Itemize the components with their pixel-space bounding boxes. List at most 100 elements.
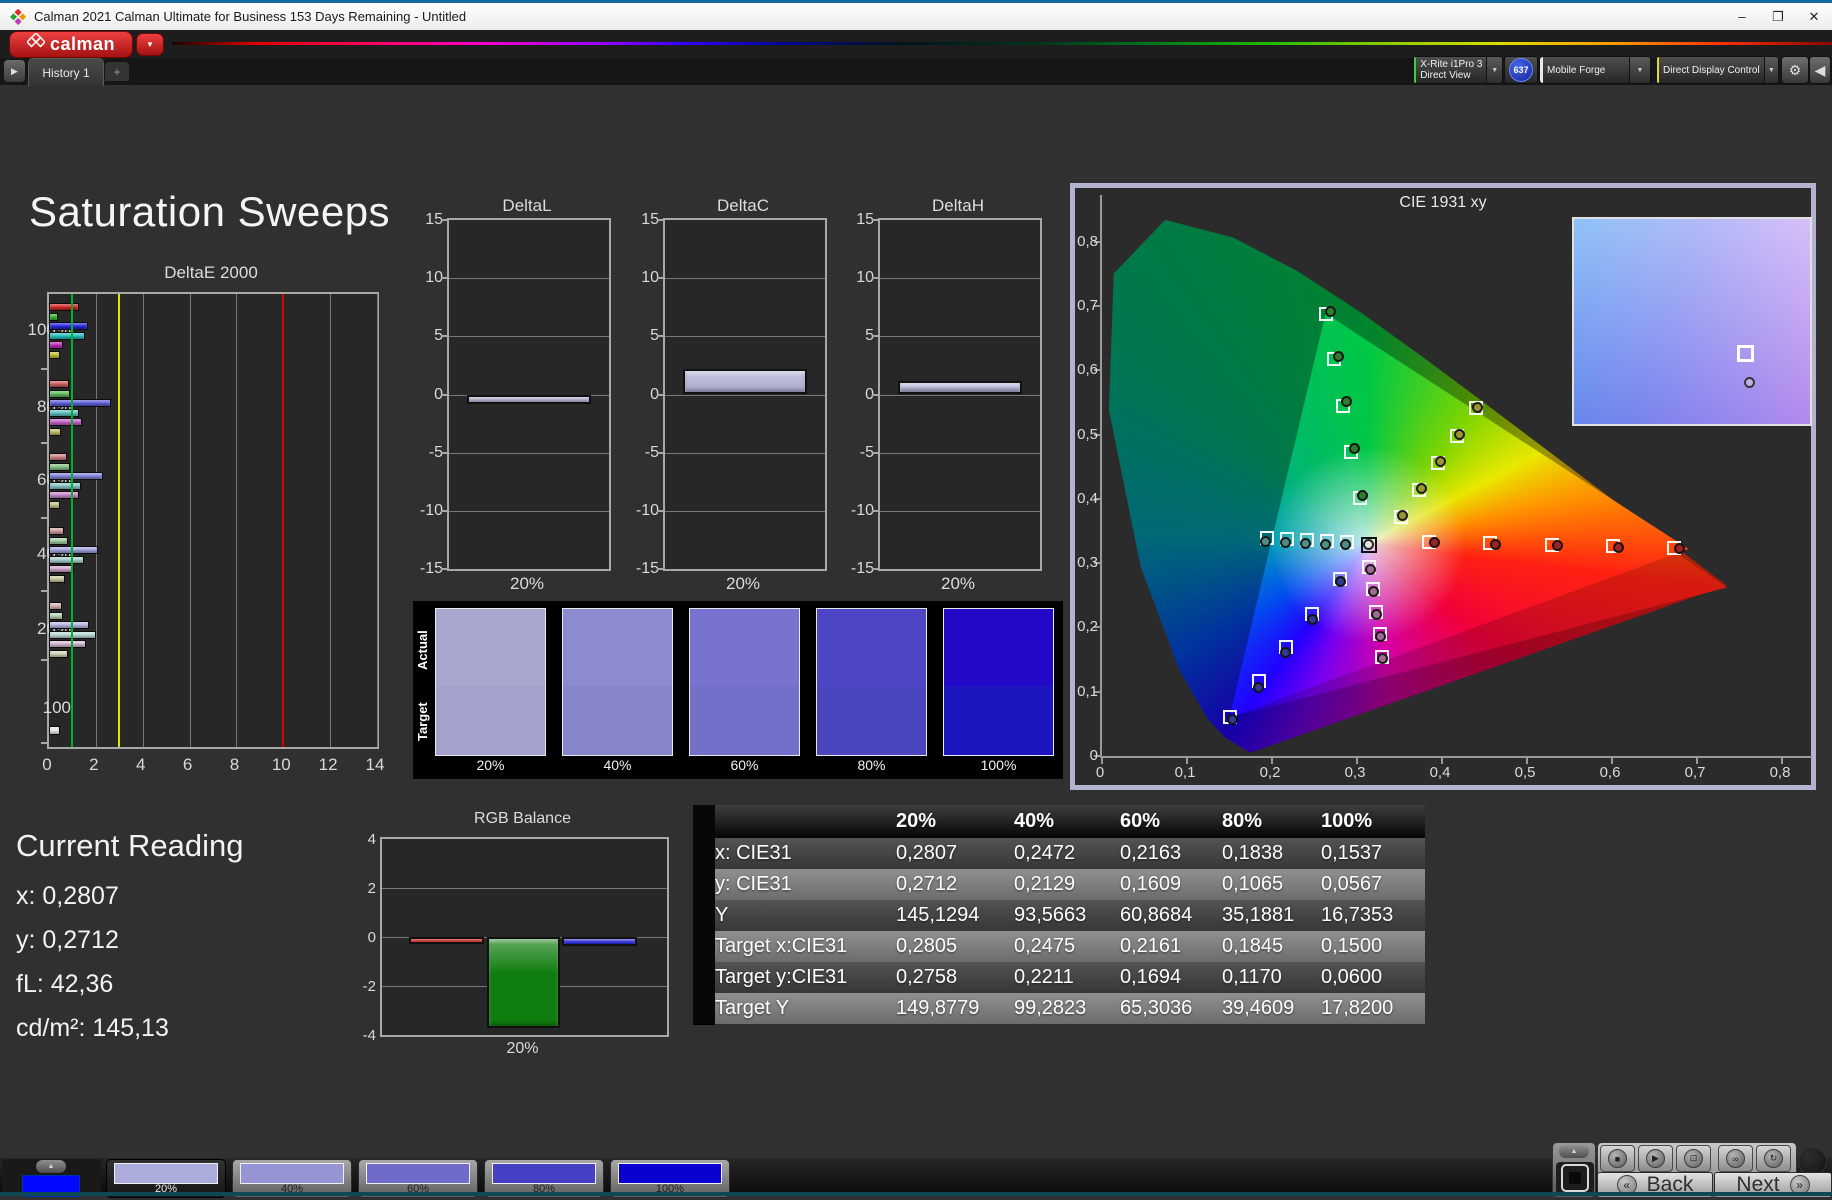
gridline — [382, 888, 667, 889]
cie1931-panel: CIE 1931 xy 0 0,1 0,2 0,3 0,4 0,5 0,6 0,7 0,8 0 0,… — [1070, 183, 1816, 790]
bar — [49, 481, 81, 490]
table-cell: 0,1609 — [1120, 873, 1182, 895]
maximize-button[interactable]: ❐ — [1760, 5, 1796, 29]
gridline — [449, 452, 609, 454]
tab-history-1[interactable]: History 1 — [28, 58, 104, 86]
continuous-button[interactable]: ∞ — [1718, 1145, 1753, 1172]
refresh-button[interactable]: ↻ — [1756, 1145, 1791, 1172]
meter-count-box: 637 — [1504, 56, 1538, 84]
target-row-label: Target — [415, 702, 430, 742]
add-tab-button[interactable]: + — [105, 62, 129, 81]
spot-meter-button[interactable]: ⊡ — [1676, 1145, 1711, 1172]
meter-dropdown[interactable]: X-Rite i1Pro 3 Direct View ▼ — [1413, 56, 1503, 84]
bar — [49, 574, 66, 583]
table-row: y: CIE31 0,2712 0,2129 0,1609 0,1065 0,0567 — [693, 868, 1425, 901]
table-cell: 99,2823 — [1014, 997, 1087, 1019]
inset-target-marker — [1737, 345, 1754, 362]
calman-window: Calman 2021 Calman Ultimate for Business… — [0, 0, 1832, 1200]
axis-tick-label: 8 — [229, 755, 240, 774]
swatch-column-label: 20% — [476, 757, 505, 773]
bar — [49, 611, 64, 620]
bar — [49, 462, 71, 471]
pattern-swatch-color — [492, 1163, 596, 1184]
calman-menu-dropdown[interactable]: ▼ — [136, 33, 164, 56]
axis-tick-label: 0,8 — [1769, 764, 1791, 781]
axis-tick-label: -5 — [859, 443, 874, 461]
table-cell: 60,8684 — [1120, 904, 1193, 926]
rgb-balance-chart: RGB Balance 4 2 0 -2 -4 20% — [355, 810, 685, 1080]
bar — [49, 427, 61, 436]
axis-tick-label: -2 — [362, 978, 376, 995]
tab-scroll-button[interactable]: ▶ — [4, 60, 25, 82]
pattern-swatch-color — [618, 1163, 722, 1184]
reference-line — [282, 294, 285, 747]
page-title: Saturation Sweeps — [29, 188, 391, 235]
swatch-column — [562, 608, 673, 756]
deltac-title: DeltaC — [717, 196, 769, 215]
stop-button[interactable]: ■ — [1600, 1145, 1635, 1172]
axis-tick — [441, 277, 449, 280]
expand-picker-icon[interactable]: ▲ — [36, 1160, 66, 1173]
gridline — [95, 294, 97, 747]
axis-tick — [657, 568, 665, 570]
collapse-panel-icon[interactable]: ◀ — [1809, 56, 1831, 84]
gridline — [665, 394, 825, 396]
bar — [409, 937, 484, 945]
calman-app-icon — [10, 8, 26, 25]
bar — [49, 621, 89, 629]
close-button[interactable]: ✕ — [1796, 5, 1832, 29]
axis-tick-label: 0 — [650, 385, 659, 403]
deltal-chart: DeltaL 15 10 5 0 -5 -10 -15 20% — [400, 196, 620, 596]
calman-menu-button[interactable]: calman — [9, 31, 133, 58]
source-name: Mobile Forge — [1547, 64, 1606, 76]
table-row-label: Target x:CIE31 — [715, 935, 848, 957]
table-row-label: Y — [715, 904, 729, 926]
expand-controls-icon[interactable]: ▲ — [1559, 1145, 1589, 1158]
chevron-down-icon[interactable]: ▼ — [1486, 57, 1502, 83]
rgb-balance-title: RGB Balance — [474, 810, 571, 827]
axis-tick-label: -10 — [419, 501, 443, 519]
reference-line — [71, 294, 74, 747]
play-icon: ▶ — [1646, 1149, 1665, 1168]
swatch-column-label: 80% — [857, 757, 886, 773]
bar — [683, 368, 807, 395]
axis-tick-label: 15 — [856, 211, 874, 228]
actual-row-label: Actual — [415, 630, 430, 670]
minimize-button[interactable]: – — [1724, 5, 1760, 29]
deltah-plot: 15 10 5 0 -5 -10 -15 — [851, 211, 1042, 577]
bar — [49, 303, 80, 311]
bar — [49, 312, 59, 321]
chevron-down-icon[interactable]: ▼ — [1763, 57, 1778, 83]
axis-tick-label: 12 — [318, 755, 338, 774]
play-button[interactable]: ▶ — [1638, 1145, 1673, 1172]
yellow-measured-marker — [1453, 428, 1465, 440]
bar — [49, 389, 71, 398]
source-dropdown[interactable]: Mobile Forge ▼ — [1539, 56, 1651, 84]
actual-swatch — [436, 609, 545, 686]
chevron-down-icon[interactable]: ▼ — [1629, 57, 1650, 83]
axis-tick-label: 6 — [182, 755, 193, 774]
blue-measured-marker — [1306, 613, 1318, 625]
actual-swatch — [944, 609, 1053, 686]
table-row: Target x:CIE31 0,2805 0,2475 0,2161 0,1845 0,… — [693, 930, 1425, 963]
axis-tick-label: -4 — [362, 1027, 376, 1044]
axis-tick-label: 0,1 — [1077, 682, 1098, 700]
axis-tick-label: 0,4 — [1077, 489, 1098, 507]
table-row-label: x: CIE31 — [715, 842, 792, 864]
axis-tick-label: -5 — [428, 443, 443, 461]
axis-tick — [657, 335, 665, 338]
table-gutter — [693, 868, 715, 901]
bar — [49, 472, 103, 480]
current-reading-y: y: 0,2712 — [16, 926, 119, 954]
bar — [49, 408, 80, 417]
axis-tick-label: 10 — [271, 755, 291, 774]
bar — [49, 640, 87, 648]
gridline — [665, 336, 825, 338]
window-title: Calman 2021 Calman Ultimate for Business… — [34, 9, 467, 24]
gear-icon[interactable]: ⚙ — [1781, 56, 1809, 84]
table-cell: 0,2161 — [1120, 935, 1182, 957]
gridline — [449, 278, 609, 280]
display-control-dropdown[interactable]: Direct Display Control ▼ — [1656, 56, 1779, 84]
pattern-window-button[interactable] — [1556, 1162, 1594, 1194]
bar — [49, 380, 69, 388]
